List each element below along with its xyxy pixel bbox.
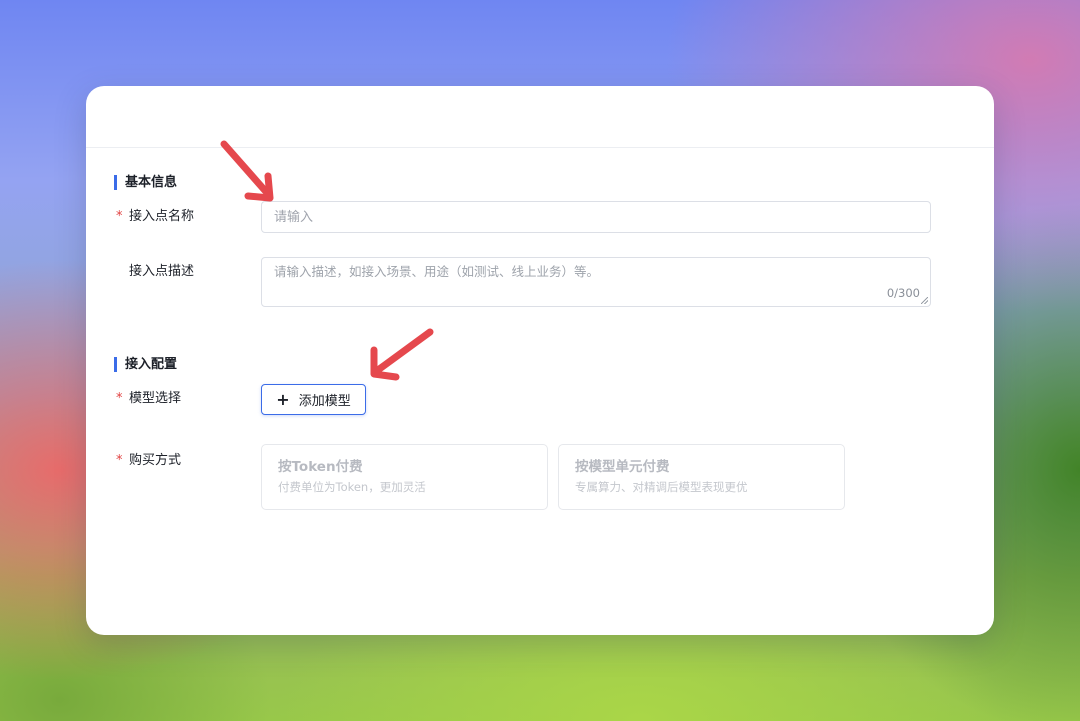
section-title-access-config: 接入配置 — [114, 357, 177, 372]
endpoint-name-label: * 接入点名称 — [116, 209, 194, 225]
endpoint-name-input[interactable] — [261, 201, 931, 233]
add-model-button-label: 添加模型 — [298, 394, 351, 409]
required-mark: * — [116, 209, 123, 224]
char-counter: 0/300 — [886, 286, 920, 300]
required-mark: * — [116, 391, 123, 406]
endpoint-description-textarea[interactable] — [262, 258, 930, 306]
purchase-option-desc: 专属算力、对精调后模型表现更优 — [575, 480, 748, 494]
endpoint-name-label-text: 接入点名称 — [129, 209, 195, 224]
model-select-label-text: 模型选择 — [129, 391, 182, 406]
section-title-basic-info: 基本信息 — [114, 175, 177, 190]
model-select-label: * 模型选择 — [116, 391, 181, 407]
purchase-method-label: * 购买方式 — [116, 453, 181, 469]
card-header — [86, 86, 994, 148]
purchase-option-title: 按模型单元付费 — [575, 459, 670, 475]
plus-icon: + — [276, 389, 290, 409]
add-model-button[interactable]: + 添加模型 — [261, 384, 366, 415]
required-mark: * — [116, 453, 123, 468]
purchase-method-label-text: 购买方式 — [129, 453, 182, 468]
endpoint-description-field: 0/300 — [261, 257, 931, 307]
create-endpoint-card: 基本信息 * 接入点名称 接入点描述 0/300 接入配置 * 模型选择 + 添加模… — [86, 86, 994, 635]
purchase-option-token[interactable]: 按Token付费 付费单位为Token，更加灵活 — [261, 444, 548, 510]
endpoint-description-label-text: 接入点描述 — [129, 264, 195, 279]
purchase-option-title: 按Token付费 — [278, 459, 363, 475]
resize-handle[interactable] — [921, 297, 928, 304]
purchase-option-desc: 付费单位为Token，更加灵活 — [278, 480, 426, 494]
endpoint-description-label: 接入点描述 — [116, 264, 194, 280]
purchase-option-model-unit[interactable]: 按模型单元付费 专属算力、对精调后模型表现更优 — [558, 444, 845, 510]
